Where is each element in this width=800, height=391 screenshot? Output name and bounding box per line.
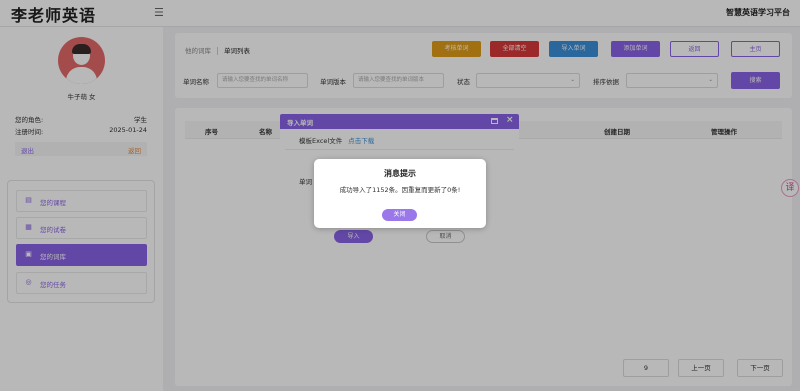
message-title: 消息提示 <box>384 169 416 178</box>
message-box: 消息提示 成功导入了1152条。因重复而更新了0条! 关闭 <box>314 159 486 228</box>
message-text: 成功导入了1152条。因重复而更新了0条! <box>339 186 461 194</box>
message-close-button[interactable]: 关闭 <box>382 209 417 221</box>
